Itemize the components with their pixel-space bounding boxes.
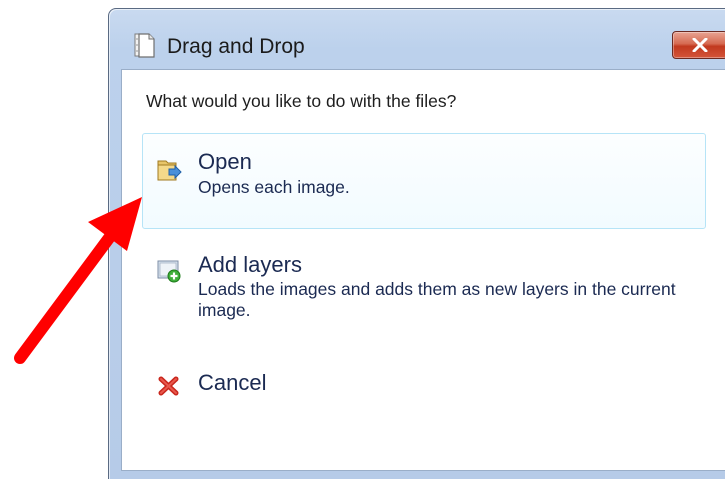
red-arrow-annotation <box>14 197 142 364</box>
